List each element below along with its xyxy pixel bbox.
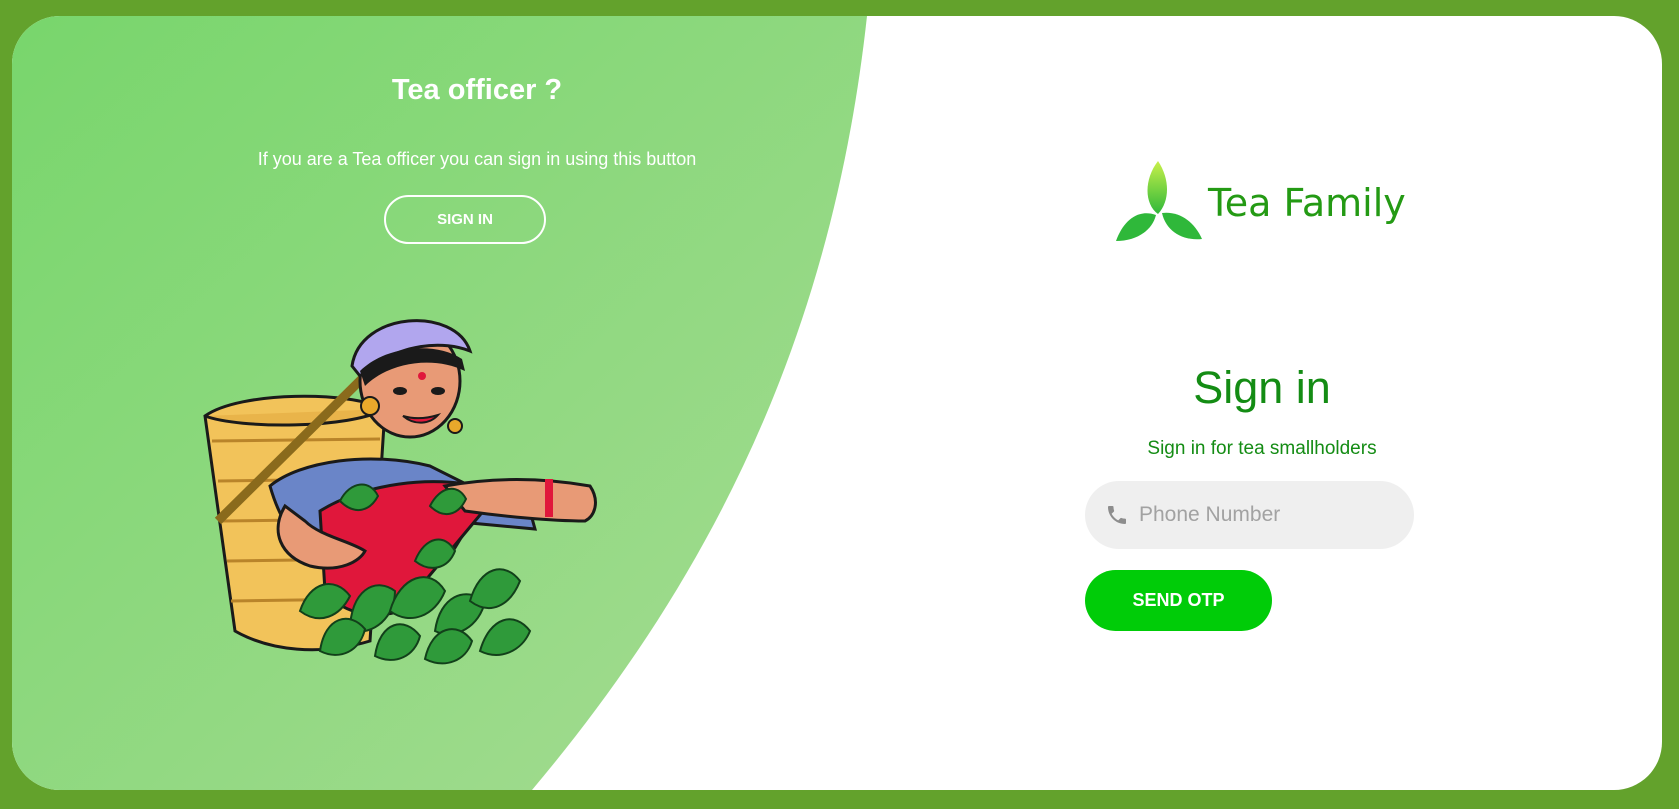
officer-sign-in-button[interactable]: SIGN IN [384, 195, 546, 244]
phone-field[interactable] [1085, 481, 1414, 549]
brand-name: Tea Family [1208, 181, 1406, 225]
phone-input[interactable] [1139, 481, 1399, 549]
signin-subtitle: Sign in for tea smallholders [1147, 438, 1377, 459]
login-card: Tea officer ? If you are a Tea officer y… [12, 16, 1662, 790]
send-otp-button[interactable]: SEND OTP [1085, 570, 1272, 631]
officer-subtitle: If you are a Tea officer you can sign in… [257, 149, 697, 169]
officer-title: Tea officer ? [391, 74, 563, 106]
signin-title: Sign in [1193, 362, 1331, 413]
officer-panel: Tea officer ? If you are a Tea officer y… [12, 16, 942, 790]
phone-icon [1108, 506, 1126, 524]
tea-leaves-icon [1116, 161, 1202, 241]
brand-logo: Tea Family [1114, 159, 1414, 249]
tea-picker-illustration [203, 319, 597, 665]
